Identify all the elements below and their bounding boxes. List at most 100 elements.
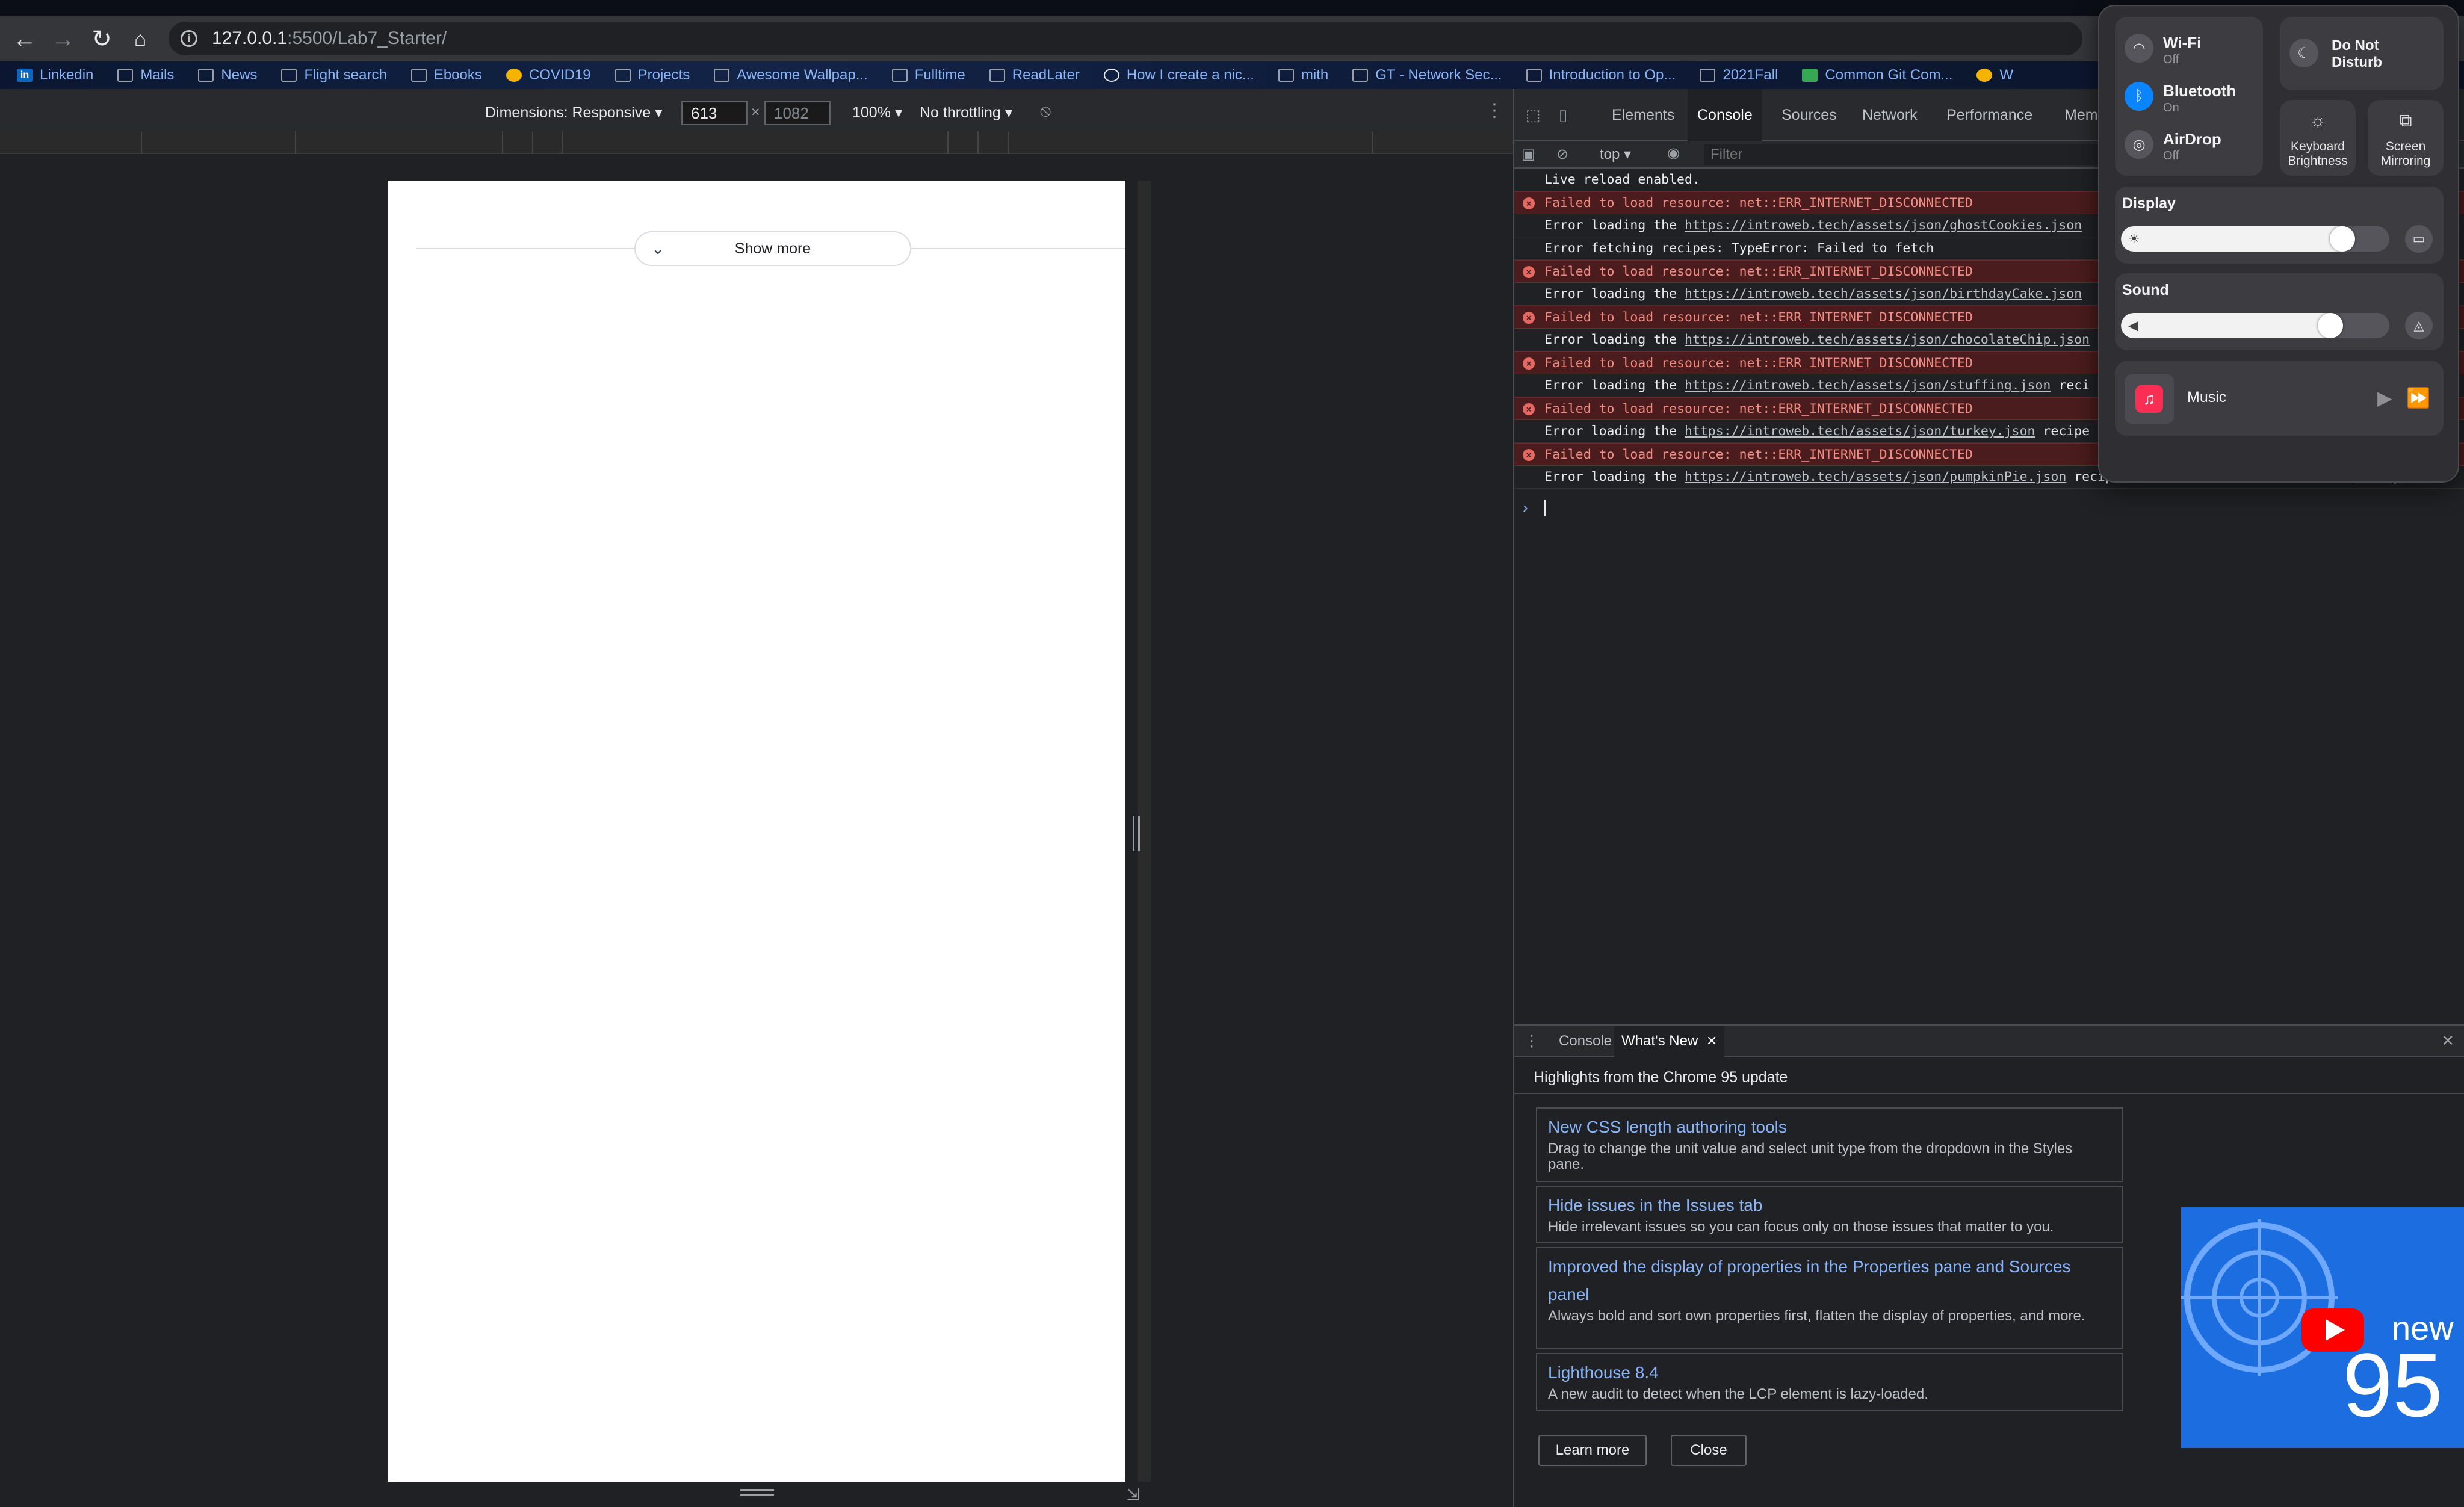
- height-input[interactable]: 1082: [764, 101, 831, 125]
- tab-sources[interactable]: Sources: [1772, 89, 1846, 141]
- resize-corner-icon[interactable]: ⇲: [1127, 1485, 1142, 1503]
- address-bar[interactable]: i 127.0.0.1:5500/Lab7_Starter/: [169, 22, 2082, 55]
- bookmark-item[interactable]: How I create a nic...: [1103, 67, 1254, 84]
- bookmark-label: mith: [1301, 67, 1329, 83]
- display-brightness-slider[interactable]: ☀: [2121, 226, 2389, 252]
- device-toggle-icon[interactable]: ▯: [1553, 105, 1573, 125]
- bookmark-item[interactable]: ReadLater: [989, 67, 1080, 84]
- bookmark-item[interactable]: Introduction to Op...: [1526, 67, 1676, 84]
- forward-arrow-icon[interactable]: →: [47, 23, 79, 55]
- console-link[interactable]: https://introweb.tech/assets/json/chocol…: [1685, 332, 2090, 347]
- console-link[interactable]: https://introweb.tech/assets/json/turkey…: [1685, 424, 2035, 439]
- console-message: Failed to load resource: net::ERR_INTERN…: [1544, 401, 1973, 416]
- console-input[interactable]: [1544, 500, 1546, 516]
- bluetooth-status: On: [2163, 101, 2179, 114]
- tab-performance[interactable]: Performance: [1937, 89, 2042, 141]
- bookmark-item[interactable]: W: [1976, 67, 2013, 84]
- resize-handle-right[interactable]: [1133, 816, 1140, 851]
- live-expression-eye-icon[interactable]: ◉: [1667, 144, 1680, 162]
- sidebar-toggle-icon[interactable]: ▣: [1521, 146, 1535, 163]
- bookmark-item[interactable]: COVID19: [506, 67, 591, 84]
- bookmark-item[interactable]: 2021Fall: [1700, 67, 1778, 84]
- card-title[interactable]: New CSS length authoring tools: [1548, 1113, 2111, 1141]
- rotate-icon[interactable]: ⦸: [1040, 101, 1051, 121]
- close-tab-icon[interactable]: ✕: [1706, 1026, 1717, 1057]
- console-link[interactable]: https://introweb.tech/assets/json/stuffi…: [1685, 378, 2051, 393]
- drawer-tab-console[interactable]: Console: [1552, 1026, 1619, 1057]
- slider-fill: [2121, 313, 2343, 338]
- resize-handle-bottom[interactable]: [740, 1489, 774, 1496]
- more-options-icon[interactable]: ⋮: [1485, 100, 1503, 121]
- console-link[interactable]: https://introweb.tech/assets/json/birthd…: [1685, 286, 2082, 302]
- dimensions-dropdown[interactable]: Dimensions: Responsive ▾: [485, 104, 663, 122]
- inspect-element-icon[interactable]: ⬚: [1523, 105, 1543, 125]
- bookmark-item[interactable]: GT - Network Sec...: [1352, 67, 1502, 84]
- throttling-dropdown[interactable]: No throttling ▾: [920, 104, 1012, 122]
- tab-elements[interactable]: Elements: [1602, 89, 1684, 141]
- airplay-audio-icon[interactable]: ◬: [2405, 312, 2433, 339]
- tab-network[interactable]: Network: [1853, 89, 1927, 141]
- bookmark-item[interactable]: in Linkedin: [17, 67, 93, 84]
- bookmark-item[interactable]: News: [198, 67, 257, 84]
- slider-knob[interactable]: [2318, 313, 2343, 338]
- bookmark-item[interactable]: Flight search: [281, 67, 387, 84]
- card-description: A new audit to detect when the LCP eleme…: [1548, 1386, 1928, 1402]
- drawer-menu-icon[interactable]: ⋮: [1524, 1032, 1540, 1050]
- bookmark-label: 2021Fall: [1723, 67, 1778, 83]
- keyboard-brightness-tile[interactable]: ☼ Keyboard Brightness: [2280, 100, 2356, 176]
- screen-mirroring-tile[interactable]: ⧉ Screen Mirroring: [2368, 100, 2444, 176]
- bookmark-item[interactable]: Fulltime: [891, 67, 965, 84]
- console-message: Error loading the: [1544, 424, 1685, 439]
- volume-slider[interactable]: ◀: [2121, 313, 2389, 338]
- close-drawer-icon[interactable]: ✕: [2441, 1032, 2454, 1050]
- control-center: ◠ Wi-Fi Off ᛒ Bluetooth On ◎ AirDrop Off…: [2098, 5, 2459, 483]
- bookmark-label: COVID19: [528, 67, 591, 83]
- reload-icon[interactable]: ↻: [85, 23, 118, 55]
- whats-new-card[interactable]: Improved the display of properties in th…: [1536, 1247, 2123, 1349]
- console-link[interactable]: https://introweb.tech/assets/json/ghostC…: [1685, 218, 2082, 233]
- display-settings-icon[interactable]: ▭: [2405, 225, 2433, 253]
- site-icon: [1802, 69, 1818, 82]
- drawer-tab-whats-new[interactable]: What's New ✕: [1614, 1026, 1725, 1057]
- width-input[interactable]: 613: [681, 101, 748, 125]
- bookmark-item[interactable]: Common Git Com...: [1802, 67, 1952, 84]
- show-more-button[interactable]: ⌄ Show more: [634, 231, 911, 266]
- back-arrow-icon[interactable]: ←: [8, 23, 41, 55]
- clear-console-icon[interactable]: ⊘: [1556, 146, 1568, 163]
- bluetooth-label: Bluetooth: [2163, 82, 2236, 100]
- whats-new-card[interactable]: New CSS length authoring tools Drag to c…: [1536, 1107, 2123, 1182]
- bookmark-item[interactable]: mith: [1278, 67, 1328, 84]
- play-icon[interactable]: ▶: [2377, 386, 2392, 409]
- bluetooth-icon[interactable]: ᛒ: [2125, 82, 2153, 111]
- airdrop-label: AirDrop: [2163, 130, 2221, 148]
- bookmark-item[interactable]: Ebooks: [410, 67, 482, 84]
- whats-new-card[interactable]: Hide issues in the Issues tab Hide irrel…: [1536, 1186, 2123, 1243]
- card-title[interactable]: Improved the display of properties in th…: [1548, 1253, 2111, 1308]
- card-title[interactable]: Lighthouse 8.4: [1548, 1359, 2111, 1387]
- slider-knob[interactable]: [2330, 226, 2355, 252]
- wifi-icon[interactable]: ◠: [2125, 34, 2153, 63]
- music-tile[interactable]: ♫ Music ▶ ⏩: [2115, 361, 2444, 436]
- site-info-icon[interactable]: i: [181, 30, 197, 47]
- close-button[interactable]: Close: [1671, 1435, 1747, 1466]
- whats-new-card[interactable]: Lighthouse 8.4 A new audit to detect whe…: [1536, 1353, 2123, 1411]
- learn-more-button[interactable]: Learn more: [1538, 1435, 1647, 1466]
- airdrop-icon[interactable]: ◎: [2125, 130, 2153, 159]
- zoom-dropdown[interactable]: 100% ▾: [852, 104, 902, 122]
- bookmark-item[interactable]: Projects: [614, 67, 690, 84]
- console-message: Error loading the: [1544, 469, 1685, 484]
- home-icon[interactable]: ⌂: [124, 23, 156, 55]
- context-dropdown[interactable]: top ▾: [1600, 146, 1631, 163]
- do-not-disturb-tile[interactable]: ☾ Do Not Disturb: [2280, 17, 2444, 90]
- card-title[interactable]: Hide issues in the Issues tab: [1548, 1192, 2111, 1219]
- bookmark-item[interactable]: Mails: [117, 67, 174, 84]
- whats-new-label: What's New: [1621, 1033, 1698, 1049]
- chrome-95-video-thumbnail[interactable]: new 95: [2181, 1207, 2464, 1448]
- tab-console[interactable]: Console: [1688, 89, 1762, 141]
- console-prompt-icon: ›: [1523, 498, 1528, 516]
- bookmark-item[interactable]: Awesome Wallpap...: [714, 67, 868, 84]
- fast-forward-icon[interactable]: ⏩: [2406, 386, 2430, 409]
- console-link[interactable]: https://introweb.tech/assets/json/pumpki…: [1685, 469, 2066, 484]
- linkedin-icon: in: [17, 69, 33, 82]
- moon-icon: ☾: [2289, 39, 2318, 67]
